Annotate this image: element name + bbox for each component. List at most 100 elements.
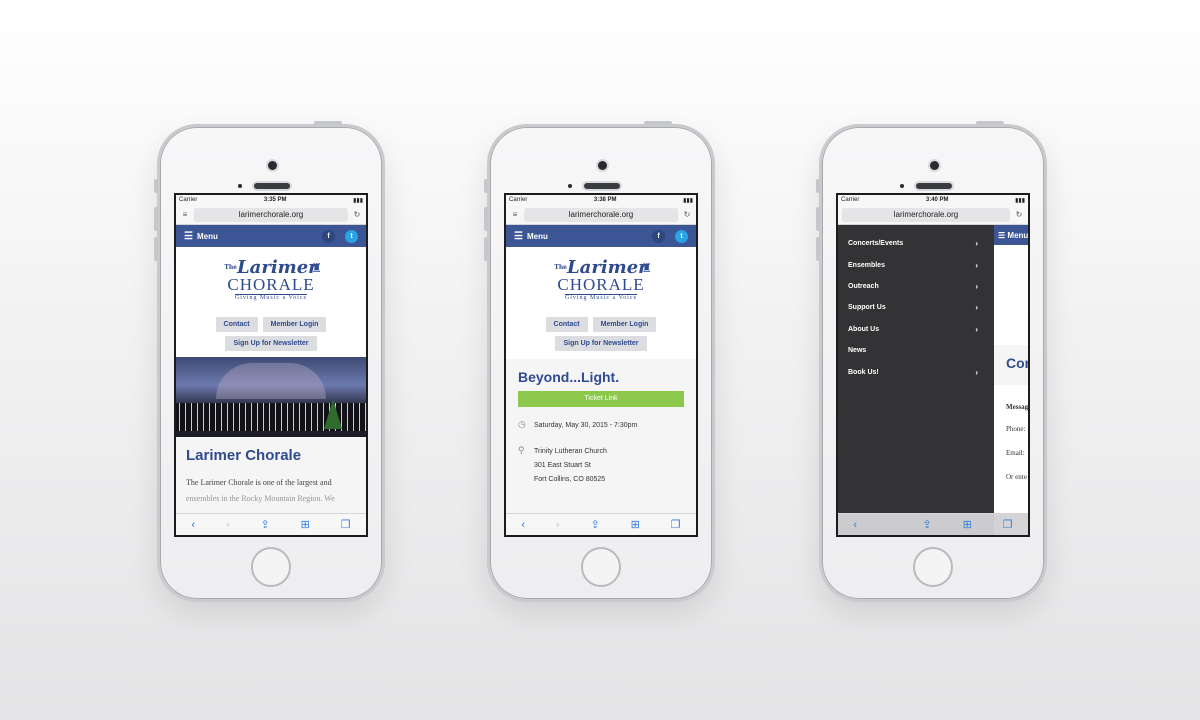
- member-login-button[interactable]: Member Login: [262, 317, 327, 332]
- earpiece-speaker: [254, 183, 290, 189]
- menu-label[interactable]: Menu: [527, 232, 548, 241]
- volume-up-button: [154, 207, 158, 231]
- status-bar: Carrier 3:38 PM ▮▮▮: [506, 195, 696, 205]
- power-button: [644, 121, 672, 125]
- drawer-item-concerts-events[interactable]: Concerts/Events ›: [838, 233, 994, 254]
- bookmarks-icon[interactable]: ⊞: [301, 518, 310, 531]
- forward-icon[interactable]: ›: [556, 519, 560, 531]
- event-date-row: ◷ Saturday, May 30, 2015 - 7:30pm: [518, 419, 684, 433]
- reader-icon[interactable]: ≡: [510, 210, 520, 219]
- share-icon[interactable]: ⇪: [922, 518, 931, 531]
- hamburger-icon[interactable]: ☰: [184, 231, 193, 242]
- mute-switch: [484, 179, 488, 193]
- member-login-button[interactable]: Member Login: [592, 317, 657, 332]
- drawer-item-support-us[interactable]: Support Us ›: [838, 297, 994, 318]
- drawer-item-label: About Us: [848, 325, 880, 333]
- site-menu-bar: ☰ Menu: [994, 225, 1028, 245]
- browser-toolbar: ‹ › ⇪ ⊞ ❐: [838, 513, 1028, 535]
- intro-section: Larimer Chorale The Larimer Chorale is o…: [176, 437, 366, 516]
- menu-label[interactable]: Menu: [197, 232, 218, 241]
- newsletter-signup-button[interactable]: Sign Up for Newsletter: [225, 336, 317, 351]
- url-field[interactable]: larimerchorale.org: [842, 207, 1010, 222]
- forward-icon[interactable]: ›: [226, 519, 230, 531]
- status-time: 3:40 PM: [925, 197, 949, 203]
- drawer-item-ensembles[interactable]: Ensembles ›: [838, 254, 994, 275]
- battery-icon: ▮▮▮: [683, 197, 693, 204]
- event-location-row: ⚲ Trinity Lutheran Church 301 East Stuar…: [518, 445, 684, 487]
- drawer-item-news[interactable]: News: [838, 340, 994, 361]
- url-field[interactable]: larimerchorale.org: [194, 207, 348, 222]
- twitter-icon[interactable]: t: [345, 229, 358, 243]
- singer-figure-icon: ♜: [311, 261, 322, 275]
- logo-name-bottom: CHORALE: [557, 275, 645, 294]
- bookmarks-icon[interactable]: ⊞: [631, 518, 640, 531]
- facebook-icon[interactable]: f: [652, 229, 665, 243]
- bookmarks-icon[interactable]: ⊞: [963, 518, 972, 531]
- back-icon[interactable]: ‹: [521, 519, 525, 531]
- chevron-right-icon: ›: [975, 303, 978, 313]
- url-field[interactable]: larimerchorale.org: [524, 207, 678, 222]
- chevron-right-icon: ›: [975, 324, 978, 334]
- ticket-link-button[interactable]: Ticket Link: [518, 391, 684, 407]
- reload-icon[interactable]: ↻: [1014, 210, 1024, 219]
- site-logo[interactable]: TheLarimer CHORALE Giving Music a Voice …: [506, 247, 696, 313]
- back-icon[interactable]: ‹: [191, 519, 195, 531]
- carrier-label: Carrier: [179, 197, 198, 203]
- home-button[interactable]: [251, 547, 291, 587]
- hamburger-icon[interactable]: ☰: [514, 231, 523, 242]
- reload-icon[interactable]: ↻: [352, 210, 362, 219]
- clock-icon: ◷: [518, 419, 526, 429]
- volume-down-button: [484, 237, 488, 261]
- map-pin-icon: ⚲: [518, 445, 525, 455]
- reader-icon[interactable]: ≡: [180, 210, 190, 219]
- drawer-item-about-us[interactable]: About Us ›: [838, 319, 994, 340]
- singer-figure-icon: ♜: [641, 261, 652, 275]
- chevron-right-icon: ›: [975, 367, 978, 377]
- reload-icon[interactable]: ↻: [682, 210, 692, 219]
- proximity-sensor: [238, 184, 242, 188]
- site-logo[interactable]: TheLarimer CHORALE Giving Music a Voice …: [176, 247, 366, 313]
- facebook-icon[interactable]: f: [322, 229, 335, 243]
- mute-switch: [816, 179, 820, 193]
- tabs-icon[interactable]: ❐: [341, 518, 351, 531]
- contact-button[interactable]: Contact: [215, 317, 258, 332]
- carrier-label: Carrier: [841, 197, 860, 203]
- screen: Carrier 3:35 PM ▮▮▮ ≡ larimerchorale.org…: [174, 193, 368, 537]
- newsletter-signup-button[interactable]: Sign Up for Newsletter: [555, 336, 647, 351]
- event-venue: Trinity Lutheran Church: [534, 448, 607, 455]
- event-section: Beyond...Light. Ticket Link ◷ Saturday, …: [506, 359, 696, 535]
- contact-button[interactable]: Contact: [545, 317, 588, 332]
- logo-the: The: [554, 264, 568, 271]
- share-icon[interactable]: ⇪: [260, 518, 269, 531]
- phone-label: Phone:: [1006, 425, 1026, 433]
- front-camera: [268, 161, 277, 170]
- tabs-icon[interactable]: ❐: [671, 518, 681, 531]
- drawer-item-book-us[interactable]: Book Us! ›: [838, 361, 994, 382]
- logo-name-bottom: CHORALE: [227, 275, 315, 294]
- drawer-item-label: Concerts/Events: [848, 240, 904, 248]
- screen: Carrier 3:40 PM ▮▮▮ larimerchorale.org ↻…: [836, 193, 1030, 537]
- power-button: [314, 121, 342, 125]
- earpiece-speaker: [916, 183, 952, 189]
- drawer-item-outreach[interactable]: Outreach ›: [838, 276, 994, 297]
- site-menu-bar: ☰ Menu f t: [506, 225, 696, 247]
- back-icon[interactable]: ‹: [853, 519, 857, 531]
- share-icon[interactable]: ⇪: [590, 518, 599, 531]
- earpiece-speaker: [584, 183, 620, 189]
- drawer-item-label: Ensembles: [848, 261, 885, 269]
- event-street: 301 East Stuart St: [534, 462, 591, 469]
- status-time: 3:35 PM: [263, 197, 287, 203]
- twitter-icon[interactable]: t: [675, 229, 688, 243]
- page-title: Larimer Chorale: [186, 447, 302, 464]
- home-button[interactable]: [913, 547, 953, 587]
- home-button[interactable]: [581, 547, 621, 587]
- tabs-icon[interactable]: ❐: [1003, 518, 1013, 531]
- enter-label: Or ente: [1006, 473, 1027, 481]
- page-peek[interactable]: ☰ Menu Con Messag Phone: Email: Or ente: [994, 225, 1028, 535]
- volume-up-button: [816, 207, 820, 231]
- forward-icon[interactable]: ›: [888, 519, 892, 531]
- logo-the: The: [224, 264, 238, 271]
- drawer-item-label: Support Us: [848, 304, 886, 312]
- phone-left: Carrier 3:35 PM ▮▮▮ ≡ larimerchorale.org…: [154, 121, 385, 602]
- drawer-item-label: Book Us!: [848, 368, 879, 376]
